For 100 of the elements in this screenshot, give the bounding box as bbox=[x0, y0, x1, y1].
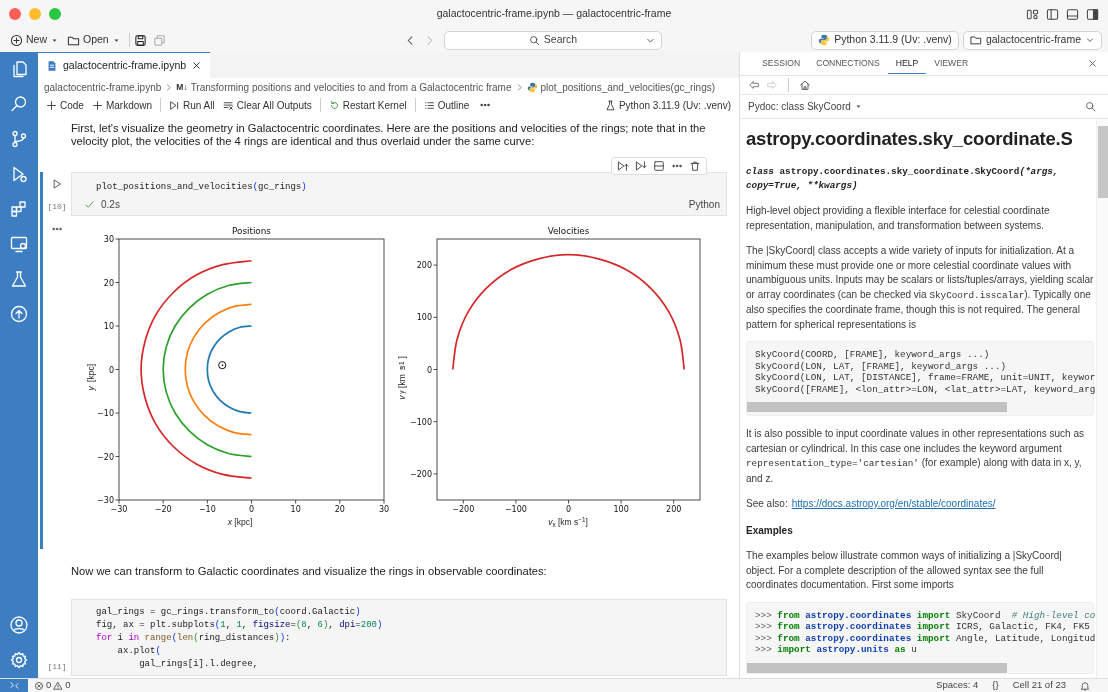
remote-button[interactable] bbox=[0, 678, 28, 692]
function-signature: class astropy.coordinates.sky_coordinate.SkyCoord(*args, copy=True, **kwargs) bbox=[746, 165, 1060, 193]
tick-mark bbox=[515, 499, 517, 504]
blocks-icon[interactable] bbox=[9, 199, 29, 219]
markdown-text: First, let's visualize the geometry in Galactocentric coordinates. Here are the positions and velocities of the rings; note that in the velocity plot, the velocities of the 4 rings are identical and thus overlaid under the same curve: bbox=[70, 121, 707, 148]
folder-button[interactable]: galactocentric-frame bbox=[962, 30, 1102, 50]
search-field[interactable]: Search bbox=[444, 30, 662, 50]
topic-dropdown[interactable]: Pydoc: class SkyCoord bbox=[748, 99, 863, 114]
panel-tab[interactable]: VIEWER bbox=[926, 53, 977, 74]
run-below-icon[interactable] bbox=[635, 160, 647, 172]
tick-label: 200 bbox=[416, 261, 432, 271]
panel-toggle-icon[interactable] bbox=[1066, 7, 1079, 21]
panel-tab[interactable]: SESSION bbox=[754, 53, 809, 74]
tick-label: 100 bbox=[416, 313, 432, 323]
restart-icon bbox=[328, 99, 340, 111]
breadcrumb-item[interactable]: plot_positions_and_velocities(gc_rings) bbox=[540, 79, 716, 95]
home-icon[interactable] bbox=[799, 79, 811, 91]
panel-tab[interactable]: HELP bbox=[887, 53, 927, 74]
scrollbar[interactable] bbox=[747, 662, 1007, 673]
remote-icon bbox=[8, 680, 20, 691]
toolbar-button[interactable]: Run All bbox=[165, 97, 219, 113]
trash-icon[interactable] bbox=[689, 160, 701, 172]
tick-label: 0 bbox=[565, 505, 572, 514]
toolbar-button[interactable]: Outline bbox=[419, 97, 474, 113]
monitor-icon[interactable] bbox=[9, 234, 29, 254]
tick-label: −30 bbox=[97, 496, 114, 505]
help-paragraph: High-level object providing a flexible interface for celestial coordinate representation, manipulation, and transformation between systems. bbox=[746, 204, 1051, 233]
flask-icon bbox=[604, 99, 616, 111]
toolbar-button[interactable]: Clear All Outputs bbox=[218, 97, 316, 113]
split-cell-icon[interactable] bbox=[653, 160, 665, 172]
run-duration: 0.2s bbox=[101, 198, 120, 212]
help-heading: astropy.coordinates.sky_coordinate.S bbox=[746, 127, 1074, 151]
see-also-label: See also: bbox=[746, 497, 788, 511]
tick-mark bbox=[433, 473, 438, 475]
window-title: galactocentric-frame.ipynb — galactocentric-frame bbox=[436, 6, 672, 22]
python-icon bbox=[818, 34, 831, 46]
tick-label: −30 bbox=[110, 505, 128, 514]
panel-tab[interactable]: CONNECTIONS bbox=[808, 53, 888, 74]
tick-label: −20 bbox=[97, 452, 114, 462]
run-cell-icon[interactable] bbox=[51, 178, 63, 190]
layout-icon[interactable] bbox=[1026, 7, 1039, 21]
error-count[interactable]: 0 bbox=[46, 678, 52, 692]
plus-icon bbox=[46, 99, 57, 111]
scrollbar[interactable] bbox=[1098, 126, 1108, 198]
settings-icon[interactable] bbox=[9, 650, 29, 670]
run-above-icon[interactable] bbox=[617, 160, 629, 172]
branch-icon[interactable] bbox=[9, 129, 29, 149]
language-status[interactable]: {} bbox=[992, 678, 999, 692]
editor-tab[interactable]: galactocentric-frame.ipynb bbox=[38, 52, 211, 78]
toolbar-button[interactable]: Restart Kernel bbox=[324, 97, 411, 113]
breadcrumb-item[interactable]: galactocentric-frame.ipynb bbox=[44, 79, 162, 95]
save-icon[interactable] bbox=[133, 33, 147, 47]
upload-icon[interactable] bbox=[9, 304, 29, 324]
check-icon bbox=[84, 199, 95, 210]
secondary-sidebar-icon[interactable] bbox=[1086, 7, 1099, 21]
docs-link[interactable]: https://docs.astropy.org/en/stable/coordinates/ bbox=[791, 497, 996, 512]
tick-label: −10 bbox=[97, 409, 114, 418]
tick-label: 10 bbox=[103, 322, 114, 331]
tick-label: 20 bbox=[103, 278, 114, 288]
tick-label: −100 bbox=[410, 417, 432, 427]
code-cell[interactable]: gal_rings = gc_rings.transform_to(coord.Galactic) fig, ax = plt.subplots(1, 1, figsize=(8, 6), dpi=200) for i in range(len(ring_distances)): ax.plot( gal_rings[i].l.degree, bbox=[71, 598, 727, 676]
open-button[interactable]: Open bbox=[63, 30, 125, 50]
clear-list-icon bbox=[222, 99, 234, 111]
scrollbar[interactable] bbox=[747, 402, 1007, 412]
tick-label: −200 bbox=[410, 469, 432, 479]
tick-mark bbox=[295, 499, 297, 504]
tick-mark bbox=[251, 499, 252, 504]
indentation-status[interactable]: Spaces: 4 bbox=[936, 678, 979, 692]
bell-icon[interactable] bbox=[1080, 680, 1090, 691]
plus-icon bbox=[91, 99, 103, 111]
kernel-button[interactable]: Python 3.11.9 (Uv: .venv) bbox=[600, 97, 735, 113]
execution-count: [10] bbox=[47, 201, 67, 213]
close-icon[interactable] bbox=[191, 60, 203, 71]
warning-count[interactable]: 0 bbox=[65, 678, 71, 692]
interpreter-button[interactable]: Python 3.11.9 (Uv: .venv) bbox=[811, 30, 959, 50]
tick-mark bbox=[433, 264, 438, 266]
tick-label: −200 bbox=[452, 505, 475, 514]
tick-mark bbox=[462, 499, 464, 504]
search-icon[interactable] bbox=[9, 94, 29, 114]
flask-icon[interactable] bbox=[9, 269, 29, 289]
tick-mark bbox=[673, 499, 675, 504]
tick-label: 20 bbox=[334, 505, 345, 514]
new-button[interactable]: New bbox=[6, 30, 63, 50]
search-placeholder: Search bbox=[543, 32, 578, 48]
close-icon[interactable] bbox=[1087, 58, 1098, 69]
language-label[interactable]: Python bbox=[688, 197, 720, 212]
code-cell[interactable]: plot_positions_and_velocities(gc_rings) 0.2s Python bbox=[71, 172, 727, 216]
toolbar-button[interactable]: Markdown bbox=[87, 97, 157, 113]
run-all-icon bbox=[169, 99, 181, 111]
code-line: gal_rings = gc_rings.transform_to(coord.Galactic) bbox=[96, 605, 362, 619]
account-icon[interactable] bbox=[9, 615, 29, 635]
toolbar-button[interactable]: Code bbox=[42, 97, 88, 113]
cell-position[interactable]: Cell 21 of 23 bbox=[1012, 678, 1066, 692]
tick-mark bbox=[115, 412, 120, 414]
sidebar-toggle-icon[interactable] bbox=[1046, 7, 1059, 21]
back-arrow-icon[interactable] bbox=[748, 79, 760, 91]
close-button[interactable] bbox=[9, 8, 21, 20]
search-icon[interactable] bbox=[1085, 101, 1096, 112]
tick-mark bbox=[339, 499, 341, 504]
breadcrumb-item[interactable]: Transforming positions and velocities to and from a Galactocentric frame bbox=[190, 79, 512, 95]
